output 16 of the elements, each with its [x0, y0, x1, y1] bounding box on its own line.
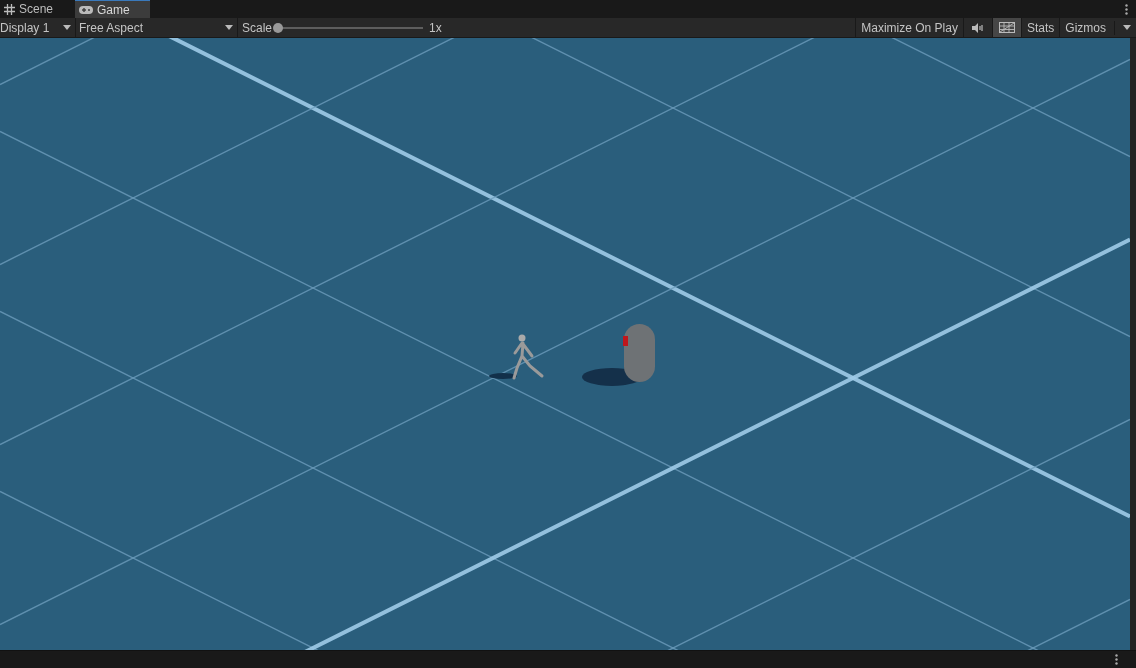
- scale-value: 1x: [429, 19, 442, 37]
- speaker-icon: [971, 22, 984, 33]
- scale-label: Scale: [242, 19, 273, 37]
- grid-toggle-button[interactable]: [991, 18, 1021, 37]
- caret-icon: [1123, 25, 1131, 30]
- grid-icon: [4, 3, 15, 15]
- more-options-icon[interactable]: [1125, 3, 1128, 15]
- caret-icon: [63, 25, 71, 30]
- caret-icon: [225, 25, 233, 30]
- gamepad-icon: [79, 5, 93, 14]
- dropdown[interactable]: Display 1: [0, 18, 76, 37]
- grid-icon: [998, 22, 1015, 33]
- slider-thumb[interactable]: [273, 22, 284, 33]
- panel-tab[interactable]: Game: [75, 0, 150, 18]
- humanoid-figure: [489, 334, 544, 380]
- more-options-icon[interactable]: [1115, 654, 1118, 665]
